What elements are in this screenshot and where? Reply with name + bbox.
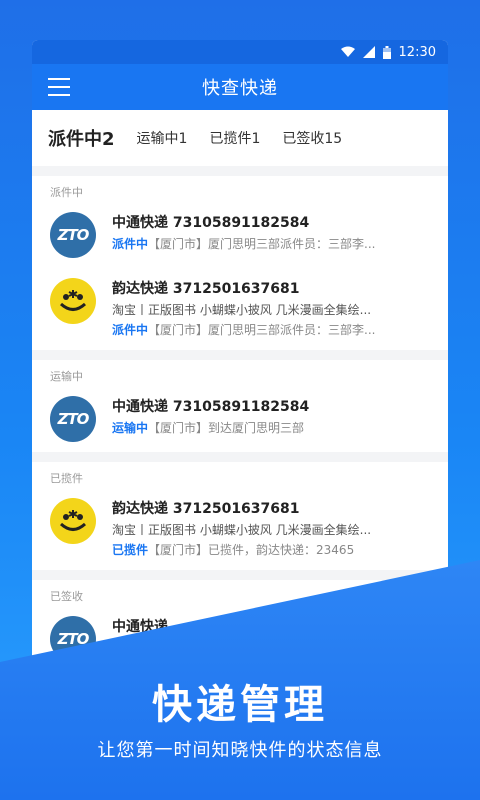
promo-headline: 快递管理 bbox=[152, 682, 328, 728]
promo-subtitle: 让您第一时间知晓快件的状态信息 bbox=[97, 740, 383, 761]
